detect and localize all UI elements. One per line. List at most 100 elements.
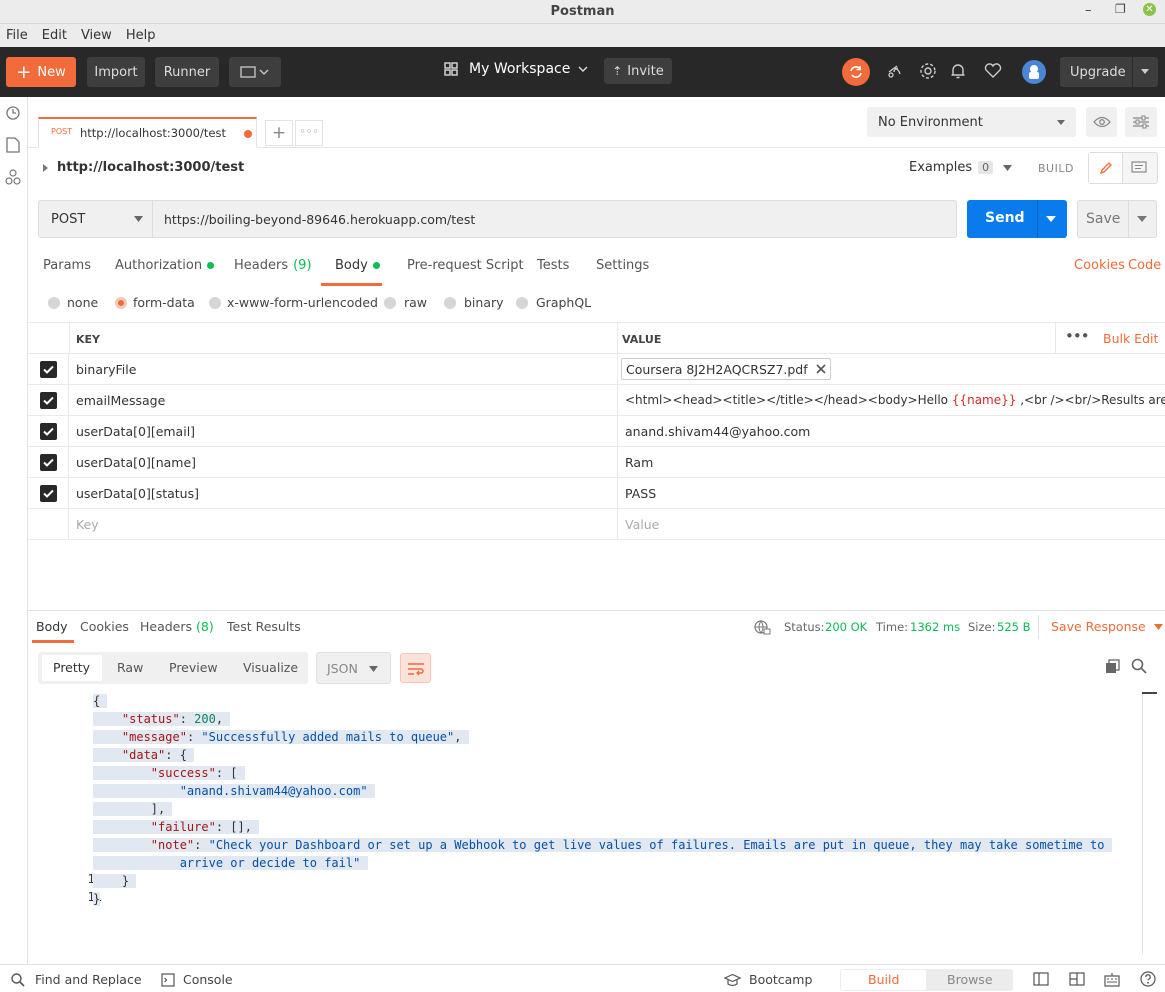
row-checkbox[interactable] [39, 361, 57, 378]
new-button[interactable]: + New [6, 57, 76, 87]
value-cell[interactable]: PASS [625, 486, 1165, 501]
chevron-down-icon[interactable] [1137, 216, 1147, 222]
status-value[interactable]: 200 OK [825, 620, 867, 634]
key-cell[interactable]: userData[0][name] [76, 455, 196, 470]
help-icon[interactable] [1140, 971, 1156, 987]
row-checkbox[interactable] [39, 485, 57, 502]
row-checkbox[interactable] [39, 454, 57, 471]
apis-icon[interactable] [5, 169, 21, 185]
tab-authorization[interactable]: Authorization [115, 258, 215, 273]
search-icon[interactable] [1131, 658, 1147, 674]
view-raw[interactable]: Raw [117, 660, 143, 675]
tab-pre-request-script[interactable]: Pre-request Script [407, 258, 524, 273]
cookies-link[interactable]: Cookies [1074, 258, 1125, 273]
response-tab-test-results[interactable]: Test Results [227, 619, 301, 634]
browse-mode-button[interactable]: Browse [947, 972, 993, 987]
response-tab-headers[interactable]: Headers (8) [140, 619, 214, 634]
request-breadcrumb[interactable]: http://localhost:3000/test [40, 160, 244, 175]
environment-select[interactable]: No Environment [867, 107, 1076, 137]
settings-gear-icon[interactable] [919, 62, 937, 80]
tab-headers[interactable]: Headers (9) [234, 258, 312, 273]
new-tab-button[interactable]: + [265, 120, 293, 146]
close-window-icon[interactable]: ✕ [1143, 3, 1156, 16]
menu-edit[interactable]: Edit [40, 28, 69, 43]
scrollbar-track[interactable] [1142, 692, 1143, 954]
url-input[interactable]: https://boiling-beyond-89646.herokuapp.c… [153, 200, 957, 238]
collections-icon[interactable] [6, 137, 20, 153]
menu-help[interactable]: Help [124, 28, 158, 43]
value-cell[interactable]: Ram [625, 455, 1165, 470]
radio-form-data[interactable]: form-data [115, 295, 195, 310]
scrollbar-thumb[interactable] [1142, 692, 1157, 694]
edit-pencil-icon[interactable] [1089, 153, 1123, 183]
layout-icon[interactable] [1069, 972, 1085, 986]
time-value[interactable]: 1362 ms [910, 620, 960, 634]
interceptor-icon[interactable] [885, 63, 903, 81]
remove-file-icon[interactable] [816, 364, 826, 374]
key-cell[interactable]: binaryFile [76, 362, 136, 377]
chevron-down-icon[interactable] [1140, 68, 1150, 76]
bulk-edit-link[interactable]: Bulk Edit [1103, 331, 1158, 346]
response-tab-body[interactable]: Body [36, 619, 68, 634]
format-select[interactable]: JSON [316, 652, 391, 684]
unsaved-dot-icon[interactable] [244, 130, 252, 138]
value-cell[interactable]: anand.shivam44@yahoo.com [625, 424, 1165, 439]
globe-lock-icon[interactable] [753, 619, 771, 635]
more-options-icon[interactable]: ••• [1065, 327, 1090, 345]
keyboard-shortcuts-icon[interactable] [1104, 972, 1120, 987]
response-tab-cookies[interactable]: Cookies [80, 619, 129, 634]
minimize-icon[interactable]: – [1085, 3, 1092, 18]
code-link[interactable]: Code [1128, 258, 1161, 273]
request-tab[interactable]: POST http://localhost:3000/test [38, 117, 257, 148]
copy-icon[interactable] [1105, 659, 1120, 674]
radio-none[interactable]: none [48, 295, 98, 310]
key-placeholder[interactable]: Key [76, 517, 99, 532]
environment-quick-look-button[interactable] [1086, 107, 1117, 137]
tab-params[interactable]: Params [43, 258, 91, 273]
row-checkbox[interactable] [39, 423, 57, 440]
value-cell[interactable]: <html><head><title></title></head><body>… [625, 393, 1165, 407]
examples-dropdown[interactable]: Examples 0 [909, 160, 1013, 175]
import-button[interactable]: Import [87, 57, 145, 87]
radio-binary[interactable]: binary [444, 295, 504, 310]
save-response-dropdown[interactable]: Save Response [1051, 619, 1163, 634]
heart-icon[interactable] [984, 63, 1002, 79]
invite-button[interactable]: ⇡ Invite [604, 58, 672, 84]
response-body-viewer[interactable]: 1 2 3 4 5 6 7 8 9 10 11 { "status": 200,… [28, 692, 1143, 954]
chevron-down-icon[interactable] [1046, 216, 1056, 222]
save-button[interactable]: Save [1086, 211, 1120, 227]
more-tabs-icon[interactable]: ◦◦◦ [295, 120, 323, 146]
key-cell[interactable]: userData[0][status] [76, 486, 199, 501]
send-button[interactable]: Send [985, 210, 1025, 226]
tab-body[interactable]: Body [335, 258, 380, 273]
value-placeholder[interactable]: Value [625, 517, 1165, 532]
key-cell[interactable]: emailMessage [76, 393, 165, 408]
history-icon[interactable] [5, 105, 21, 121]
file-chip[interactable]: Coursera 8J2H2AQCRSZ7.pdf [621, 358, 831, 380]
two-pane-view-icon[interactable] [1033, 972, 1049, 986]
view-preview[interactable]: Preview [169, 660, 218, 675]
menu-view[interactable]: View [79, 28, 114, 43]
new-window-button[interactable] [229, 57, 281, 87]
size-value[interactable]: 525 B [997, 620, 1031, 634]
comment-icon[interactable] [1131, 161, 1147, 175]
wrap-lines-button[interactable] [400, 653, 431, 683]
runner-button[interactable]: Runner [155, 57, 219, 87]
console-button[interactable]: Console [161, 972, 233, 987]
radio-graphql[interactable]: GraphQL [516, 295, 591, 310]
find-and-replace-button[interactable]: Find and Replace [11, 972, 142, 987]
avatar[interactable] [1022, 60, 1046, 84]
workspace-switcher[interactable]: My Workspace [444, 61, 588, 77]
view-visualize[interactable]: Visualize [243, 660, 298, 675]
tab-settings[interactable]: Settings [596, 258, 649, 273]
view-pretty[interactable]: Pretty [53, 660, 90, 675]
method-select[interactable]: POST [38, 200, 153, 238]
radio-x-www-form-urlencoded[interactable]: x-www-form-urlencoded [209, 295, 378, 310]
manage-environments-button[interactable] [1125, 107, 1157, 137]
restore-icon[interactable]: ❐ [1115, 2, 1126, 16]
radio-raw[interactable]: raw [384, 295, 427, 310]
key-cell[interactable]: userData[0][email] [76, 424, 195, 439]
sync-icon[interactable] [842, 58, 870, 86]
row-checkbox[interactable] [39, 392, 57, 409]
build-mode-button[interactable]: Build [868, 972, 899, 987]
